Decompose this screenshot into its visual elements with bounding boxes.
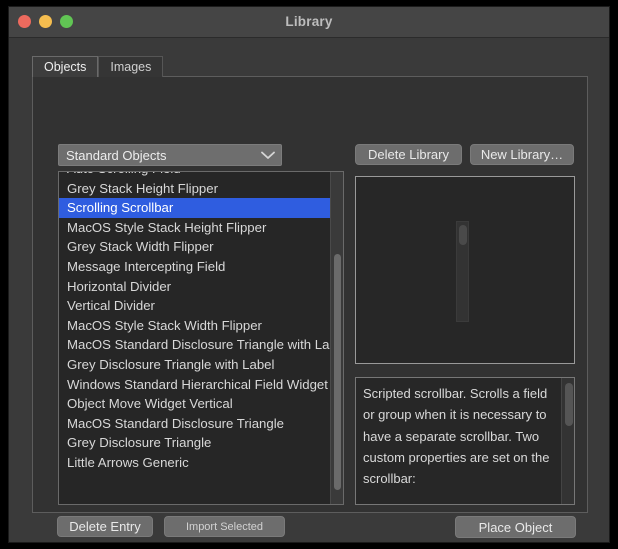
- list-item[interactable]: Grey Disclosure Triangle: [59, 433, 331, 453]
- object-list-scrollbar-thumb[interactable]: [334, 254, 341, 490]
- description-panel[interactable]: Scripted scrollbar. Scrolls a field or g…: [355, 377, 575, 505]
- library-select[interactable]: Standard Objects: [58, 144, 282, 166]
- description-scrollbar[interactable]: [561, 378, 574, 504]
- delete-entry-button[interactable]: Delete Entry: [57, 516, 153, 537]
- object-list-scrollbar[interactable]: [330, 172, 343, 504]
- description-text: Scripted scrollbar. Scrolls a field or g…: [363, 386, 550, 487]
- list-item[interactable]: MacOS Style Stack Height Flipper: [59, 218, 331, 238]
- vertical-scrollbar-preview-thumb: [459, 225, 467, 245]
- window-titlebar: Library: [9, 7, 609, 38]
- list-item[interactable]: MacOS Style Stack Width Flipper: [59, 316, 331, 336]
- list-item[interactable]: Windows Standard Hierarchical Field Widg…: [59, 375, 331, 395]
- library-window: Library Objects Images Standard Objects …: [8, 6, 610, 543]
- chevron-down-icon: [255, 151, 281, 160]
- place-object-button[interactable]: Place Object: [455, 516, 576, 538]
- library-select-value: Standard Objects: [66, 147, 167, 163]
- object-list-rows: Auto Scrolling FieldGrey Stack Height Fl…: [59, 172, 331, 473]
- list-item[interactable]: MacOS Standard Disclosure Triangle: [59, 414, 331, 434]
- new-library-button[interactable]: New Library…: [470, 144, 574, 165]
- description-scrollbar-thumb[interactable]: [565, 383, 573, 426]
- tab-bar: Objects Images: [32, 56, 164, 77]
- list-item[interactable]: Auto Scrolling Field: [59, 172, 331, 179]
- list-item[interactable]: Grey Disclosure Triangle with Label: [59, 355, 331, 375]
- list-item[interactable]: Scrolling Scrollbar: [59, 198, 331, 218]
- object-preview: [355, 176, 575, 364]
- list-item[interactable]: Grey Stack Width Flipper: [59, 237, 331, 257]
- vertical-scrollbar-preview: [456, 221, 469, 322]
- window-body: Objects Images Standard Objects Delete L…: [9, 38, 609, 542]
- tab-images[interactable]: Images: [98, 56, 164, 77]
- delete-library-button[interactable]: Delete Library: [355, 144, 462, 165]
- window-title: Library: [285, 14, 333, 29]
- list-item[interactable]: Vertical Divider: [59, 296, 331, 316]
- tab-objects[interactable]: Objects: [32, 56, 99, 77]
- import-selected-button[interactable]: Import Selected: [164, 516, 285, 537]
- object-list[interactable]: Auto Scrolling FieldGrey Stack Height Fl…: [58, 171, 344, 505]
- list-item[interactable]: MacOS Standard Disclosure Triangle with …: [59, 335, 331, 355]
- list-item[interactable]: Little Arrows Generic: [59, 453, 331, 473]
- list-item[interactable]: Object Move Widget Vertical: [59, 394, 331, 414]
- list-item[interactable]: Horizontal Divider: [59, 277, 331, 297]
- list-item[interactable]: Grey Stack Height Flipper: [59, 179, 331, 199]
- list-item[interactable]: Message Intercepting Field: [59, 257, 331, 277]
